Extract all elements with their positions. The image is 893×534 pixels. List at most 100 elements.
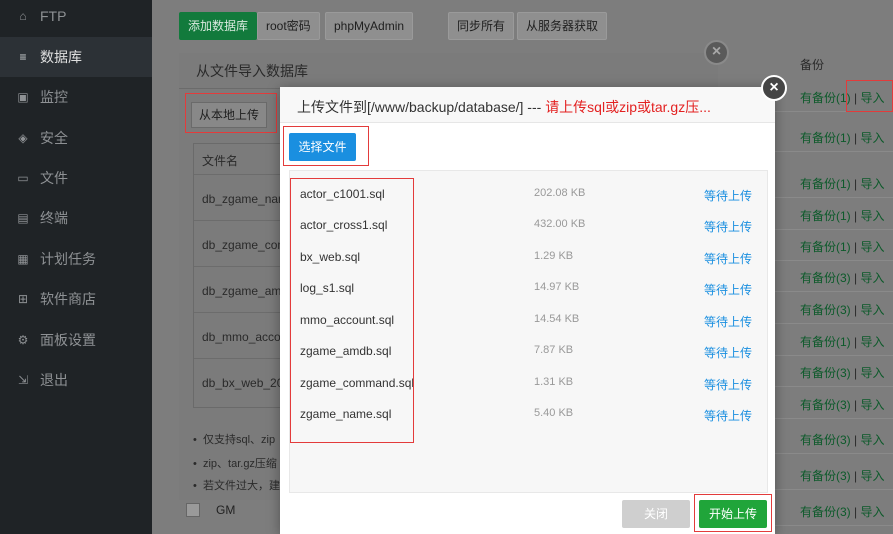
root-password-button[interactable]: root密码	[257, 12, 320, 40]
import-link[interactable]: 导入	[860, 303, 884, 317]
sidebar-item-label: 数据库	[40, 49, 82, 65]
sidebar-item-terminal[interactable]: ▤ 终端	[0, 198, 152, 238]
import-link[interactable]: 导入	[860, 177, 884, 191]
choose-file-button[interactable]: 选择文件	[289, 133, 356, 161]
backup-count-link[interactable]: 有备份(1)	[800, 131, 851, 145]
sidebar-item-files[interactable]: ▭ 文件	[0, 158, 152, 198]
shield-icon: ◈	[18, 131, 28, 145]
backup-cell: 有备份(1) | 导入	[800, 129, 884, 146]
file-size: 202.08 KB	[534, 187, 586, 199]
backup-cell: 有备份(3) | 导入	[800, 301, 884, 318]
backup-cell: 有备份(3) | 导入	[800, 467, 884, 484]
separator: |	[850, 335, 861, 349]
backup-cell: 有备份(3) | 导入	[800, 364, 884, 381]
table-row: db_zgame_amd	[202, 284, 289, 298]
sidebar-item-ftp[interactable]: ⌂ FTP	[0, 0, 152, 36]
import-link[interactable]: 导入	[860, 335, 884, 349]
close-button[interactable]: 关闭	[622, 500, 690, 528]
backup-count-link[interactable]: 有备份(3)	[800, 366, 851, 380]
table-row: db_bx_web_202	[202, 376, 291, 390]
backup-column-header: 备份	[800, 58, 825, 72]
terminal-icon: ▤	[17, 211, 29, 225]
row-checkbox[interactable]	[186, 503, 200, 517]
apps-icon: ⊞	[17, 292, 29, 306]
divider	[772, 229, 893, 230]
fetch-from-server-button[interactable]: 从服务器获取	[517, 12, 608, 40]
tip-item: • zip、tar.gz压缩	[193, 458, 277, 470]
sidebar-item-logout[interactable]: ⇲ 退出	[0, 360, 152, 400]
divider	[772, 355, 893, 356]
backup-count-link[interactable]: 有备份(3)	[800, 271, 851, 285]
database-icon: ≡	[19, 50, 27, 64]
backup-count-link[interactable]: 有备份(3)	[800, 433, 851, 447]
import-link[interactable]: 导入	[860, 271, 884, 285]
separator: |	[850, 433, 861, 447]
separator: |	[850, 505, 861, 519]
gear-icon: ⚙	[17, 333, 29, 347]
backup-count-link[interactable]: 有备份(1)	[800, 209, 851, 223]
import-link[interactable]: 导入	[860, 433, 884, 447]
import-link[interactable]: 导入	[860, 398, 884, 412]
phpmyadmin-button[interactable]: phpMyAdmin	[325, 12, 414, 40]
separator: |	[850, 303, 861, 317]
upload-status: 等待上传	[704, 315, 753, 329]
upload-status: 等待上传	[704, 346, 753, 360]
sidebar-item-label: 退出	[40, 372, 68, 388]
sidebar-item-security[interactable]: ◈ 安全	[0, 118, 152, 158]
highlight-box	[290, 178, 414, 443]
close-icon[interactable]: ×	[704, 40, 729, 65]
import-link[interactable]: 导入	[860, 469, 884, 483]
table-row: GM	[186, 503, 235, 517]
upload-status: 等待上传	[704, 378, 753, 392]
file-size: 1.31 KB	[534, 376, 574, 388]
monitor-icon: ▣	[17, 90, 29, 104]
ftp-icon: ⌂	[19, 9, 27, 23]
backup-count-link[interactable]: 有备份(1)	[800, 91, 851, 105]
backup-count-link[interactable]: 有备份(3)	[800, 398, 851, 412]
highlight-box	[185, 93, 277, 133]
add-database-button[interactable]: 添加数据库	[179, 12, 258, 40]
divider	[772, 197, 893, 198]
backup-count-link[interactable]: 有备份(1)	[800, 240, 851, 254]
sidebar-item-monitor[interactable]: ▣ 监控	[0, 77, 152, 117]
sidebar-item-app-store[interactable]: ⊞ 软件商店	[0, 279, 152, 319]
divider	[772, 489, 893, 490]
backup-cell: 有备份(1) | 导入	[800, 238, 884, 255]
sidebar-item-label: 面板设置	[40, 332, 96, 348]
backup-count-link[interactable]: 有备份(3)	[800, 505, 851, 519]
divider	[772, 418, 893, 419]
sidebar-item-settings[interactable]: ⚙ 面板设置	[0, 320, 152, 360]
divider	[772, 386, 893, 387]
backup-count-link[interactable]: 有备份(1)	[800, 335, 851, 349]
close-icon[interactable]: ×	[761, 75, 787, 101]
separator: |	[850, 469, 861, 483]
sync-all-button[interactable]: 同步所有	[448, 12, 515, 40]
sidebar-item-database[interactable]: ≡ 数据库	[0, 37, 152, 77]
import-link[interactable]: 导入	[860, 366, 884, 380]
folder-icon: ▭	[17, 171, 29, 185]
backup-count-link[interactable]: 有备份(3)	[800, 303, 851, 317]
sidebar-item-label: 文件	[40, 170, 68, 186]
sidebar-item-label: 计划任务	[40, 251, 96, 267]
import-link[interactable]: 导入	[860, 240, 884, 254]
backup-count-link[interactable]: 有备份(1)	[800, 177, 851, 191]
backup-count-link[interactable]: 有备份(3)	[800, 469, 851, 483]
backup-cell: 有备份(3) | 导入	[800, 503, 884, 520]
upload-status: 等待上传	[704, 189, 753, 203]
upload-status: 等待上传	[704, 409, 753, 423]
backup-cell: 有备份(1) | 导入	[800, 207, 884, 224]
divider	[772, 453, 893, 454]
logout-icon: ⇲	[17, 373, 29, 387]
import-link[interactable]: 导入	[860, 209, 884, 223]
file-size: 5.40 KB	[534, 407, 574, 419]
file-size: 1.29 KB	[534, 250, 574, 262]
import-link[interactable]: 导入	[860, 505, 884, 519]
divider	[772, 151, 893, 152]
import-link[interactable]: 导入	[860, 131, 884, 145]
separator: |	[850, 240, 861, 254]
highlight-box	[846, 80, 893, 112]
tip-item: • 若文件过大，建	[193, 480, 280, 492]
separator: |	[850, 177, 861, 191]
sidebar-item-crontab[interactable]: ▦ 计划任务	[0, 239, 152, 279]
dialog-header: 上传文件到[/www/backup/database/] --- 请上传sql或…	[280, 87, 775, 123]
